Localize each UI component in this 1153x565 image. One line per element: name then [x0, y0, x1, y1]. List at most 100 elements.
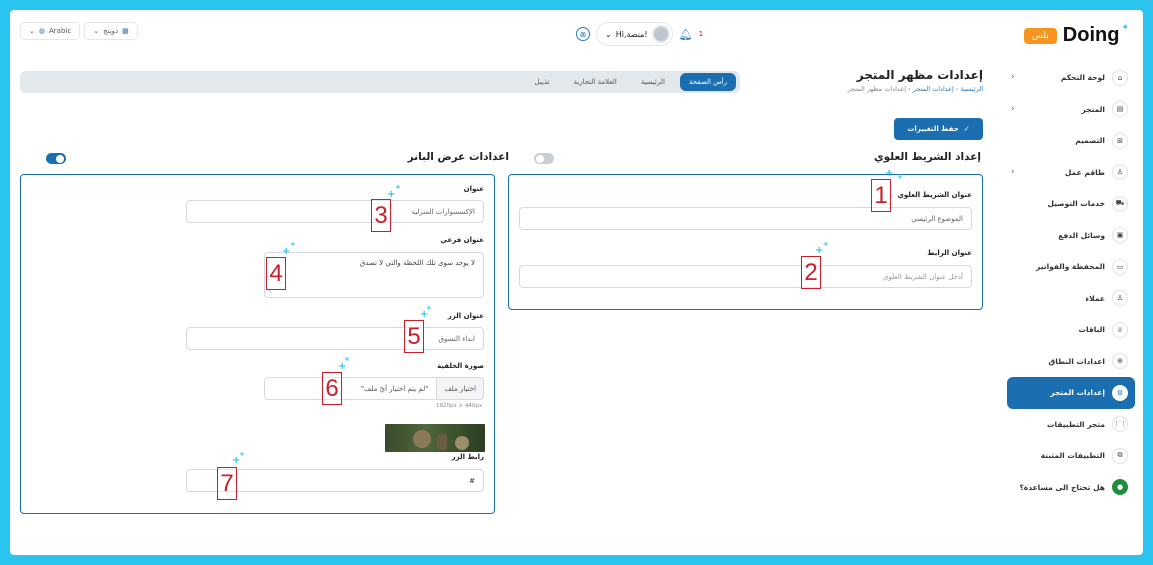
- background-image-label: صورة الخلفية: [437, 362, 484, 370]
- sidebar-item-label: وسائل الدفع: [1058, 230, 1105, 240]
- page-header: إعدادات مظهر المتجر الرئيسية ‹ إعدادات ا…: [847, 68, 983, 93]
- breadcrumb: الرئيسية ‹ إعدادات المتجر ‹ إعدادات مظهر…: [847, 85, 983, 93]
- tab-header[interactable]: رأس الصفحة: [679, 73, 736, 91]
- button-title-label: عنوان الزر: [447, 312, 484, 320]
- top-bar-section-title: إعداد الشريط العلوي: [873, 151, 981, 163]
- annotation-marker: 4: [266, 257, 286, 290]
- sparkle-icon: +: [395, 183, 401, 191]
- background-file-input[interactable]: اختيار ملف "لم يتم اختيار أيّ ملف": [264, 377, 484, 400]
- sidebar-item-app-store[interactable]: ⋮⋮ متجر التطبيقات: [1007, 409, 1135, 441]
- user-greeting: Hi,منصة!: [615, 29, 648, 39]
- user-menu[interactable]: ⌄ Hi,منصة!: [596, 22, 673, 46]
- sidebar-item-customers[interactable]: ♙ عملاء: [1007, 283, 1135, 315]
- top-bar-toggle[interactable]: [534, 153, 554, 164]
- file-status: "لم يتم اختيار أيّ ملف": [360, 384, 429, 393]
- sidebar: ⌂ لوحة التحكم ‹ ▤ المتجر ‹ ⊞ التصميم ♙ طاقم عم…: [1007, 62, 1135, 503]
- button-title-input[interactable]: ابداء التسوق: [186, 327, 484, 350]
- sidebar-item-label: المحفظة والفواتير: [1036, 262, 1105, 272]
- toggle-knob: [536, 154, 544, 163]
- plus-badge: بلس: [1023, 27, 1057, 44]
- sidebar-item-wallet[interactable]: ▭ المحفظة والفواتير: [1007, 251, 1135, 283]
- store-icon: ▤: [1112, 101, 1128, 118]
- sidebar-item-store-settings[interactable]: ⚙ إعدادات المتجر: [1007, 377, 1135, 409]
- chevron-down-icon: ⌄: [93, 27, 100, 35]
- store-selector[interactable]: ⌄ دوينج ▦: [84, 22, 138, 40]
- sidebar-item-payment[interactable]: ▣ وسائل الدفع: [1007, 220, 1135, 252]
- tab-brand[interactable]: العلامة التجارية: [565, 73, 626, 91]
- user-icon: ♙: [1112, 290, 1128, 307]
- sidebar-item-label: هل تحتاج الى مساعدة؟: [1019, 482, 1105, 492]
- sidebar-item-help[interactable]: ● هل تحتاج الى مساعدة؟: [1007, 472, 1135, 504]
- apps-grid-icon: ⋮⋮: [1112, 416, 1128, 433]
- top-bar-title-input[interactable]: الموضوع الرئيسي: [519, 207, 972, 230]
- sparkle-icon: +: [885, 168, 894, 179]
- language-selector[interactable]: ⌄ ◍ Arabic: [20, 22, 81, 40]
- save-button[interactable]: ✓ حفظ التغييرات: [894, 118, 983, 140]
- sidebar-item-staff[interactable]: ♙ طاقم عمل ‹: [1007, 157, 1135, 189]
- top-bar-card: عنوان الشريط العلوي الموضوع الرئيسي عنوا…: [508, 174, 983, 310]
- banner-section-title: اعدادات عرض البانر: [407, 151, 509, 163]
- logo[interactable]: بلس Doing ✦: [1023, 22, 1129, 47]
- sidebar-item-dashboard[interactable]: ⌂ لوحة التحكم ‹: [1007, 62, 1135, 94]
- payment-icon: ▣: [1112, 227, 1128, 244]
- banner-title-input[interactable]: الإكسسوارات المنزلية: [186, 200, 484, 223]
- breadcrumb-home[interactable]: الرئيسية: [961, 85, 983, 93]
- chevron-left-icon: ‹: [1011, 166, 1015, 177]
- sidebar-item-domain[interactable]: ⊕ اعدادات النطاق: [1007, 346, 1135, 378]
- background-thumbnail: [385, 424, 485, 452]
- breadcrumb-separator: ‹: [953, 85, 959, 93]
- sidebar-item-plans[interactable]: ♕ الباقات: [1007, 314, 1135, 346]
- sidebar-item-installed-apps[interactable]: ⧉ التطبيقات المثبتة: [1007, 440, 1135, 472]
- tab-home[interactable]: الرئيسية: [632, 73, 674, 91]
- language-label: Arabic: [48, 27, 72, 35]
- sidebar-item-label: طاقم عمل: [1064, 167, 1105, 177]
- banner-toggle[interactable]: [46, 153, 66, 164]
- avatar: [651, 25, 670, 43]
- app-frame: بلس Doing ✦ ⊗ ⌄ Hi,منصة! 🔔︎ 1 ⌄ ◍ Arabic…: [10, 10, 1143, 555]
- breadcrumb-current: إعدادات مظهر المتجر: [847, 85, 907, 93]
- truck-icon: ⛟: [1112, 195, 1128, 212]
- breadcrumb-store-settings[interactable]: إعدادات المتجر: [913, 85, 954, 93]
- save-button-label: حفظ التغييرات: [907, 125, 959, 133]
- tabs: رأس الصفحة الرئيسية العلامة التجارية تذي…: [526, 71, 736, 93]
- home-icon: ⌂: [1112, 69, 1128, 86]
- help-icon: ●: [1112, 479, 1128, 496]
- check-circle-icon: ✓: [963, 125, 970, 133]
- sidebar-item-label: اعدادات النطاق: [1048, 356, 1105, 366]
- sparkle-icon: +: [823, 240, 829, 248]
- banner-title-label: عنوان: [463, 185, 484, 193]
- sidebar-item-store[interactable]: ▤ المتجر ‹: [1007, 94, 1135, 126]
- banner-subtitle-text: لا يوجد سوى تلك اللحظة والتي لا تصدق: [359, 259, 475, 267]
- annotation-marker: 2: [801, 256, 821, 289]
- tab-footer[interactable]: تذييل: [526, 73, 559, 91]
- top-bar-title-label: عنوان الشريط العلوي: [897, 191, 972, 199]
- page-title: إعدادات مظهر المتجر: [856, 68, 983, 82]
- settings-circle-icon[interactable]: ⊗: [576, 27, 590, 41]
- banner-subtitle-textarea[interactable]: لا يوجد سوى تلك اللحظة والتي لا تصدق ⟋: [264, 252, 484, 298]
- thumb-shape: [437, 434, 447, 450]
- annotation-marker: 6: [322, 372, 342, 405]
- selectors: ⌄ ◍ Arabic ⌄ دوينج ▦: [20, 22, 138, 40]
- chevron-left-icon: ‹: [1011, 103, 1015, 114]
- sparkle-icon: +: [426, 304, 432, 312]
- sidebar-item-delivery[interactable]: ⛟ خدمات التوصيل: [1007, 188, 1135, 220]
- breadcrumb-separator: ‹: [906, 85, 911, 93]
- sidebar-item-label: المتجر: [1081, 104, 1105, 114]
- logo-star-icon: ✦: [1121, 22, 1129, 33]
- annotation-marker: 1: [871, 179, 891, 212]
- store-label: دوينج: [103, 27, 119, 35]
- chevron-left-icon: ‹: [1011, 72, 1015, 82]
- user-area: ⊗ ⌄ Hi,منصة! 🔔︎ 1: [576, 22, 703, 46]
- notification-count: 1: [698, 30, 704, 38]
- choose-file-button[interactable]: اختيار ملف: [436, 378, 483, 399]
- sidebar-item-label: الباقات: [1078, 325, 1105, 335]
- globe-icon: ⊕: [1112, 353, 1128, 370]
- store-icon: ▦: [122, 27, 129, 35]
- sparkle-icon: +: [290, 240, 296, 248]
- grid-icon: ⊞: [1112, 132, 1128, 149]
- bell-icon[interactable]: 🔔︎: [679, 28, 693, 41]
- logo-text: Doing: [1062, 24, 1120, 46]
- sidebar-item-design[interactable]: ⊞ التصميم: [1007, 125, 1135, 157]
- top-bar: بلس Doing ✦ ⊗ ⌄ Hi,منصة! 🔔︎ 1 ⌄ ◍ Arabic…: [10, 10, 1143, 58]
- top-bar-link-input[interactable]: أدخل عنوان الشريط العلوي: [519, 265, 972, 288]
